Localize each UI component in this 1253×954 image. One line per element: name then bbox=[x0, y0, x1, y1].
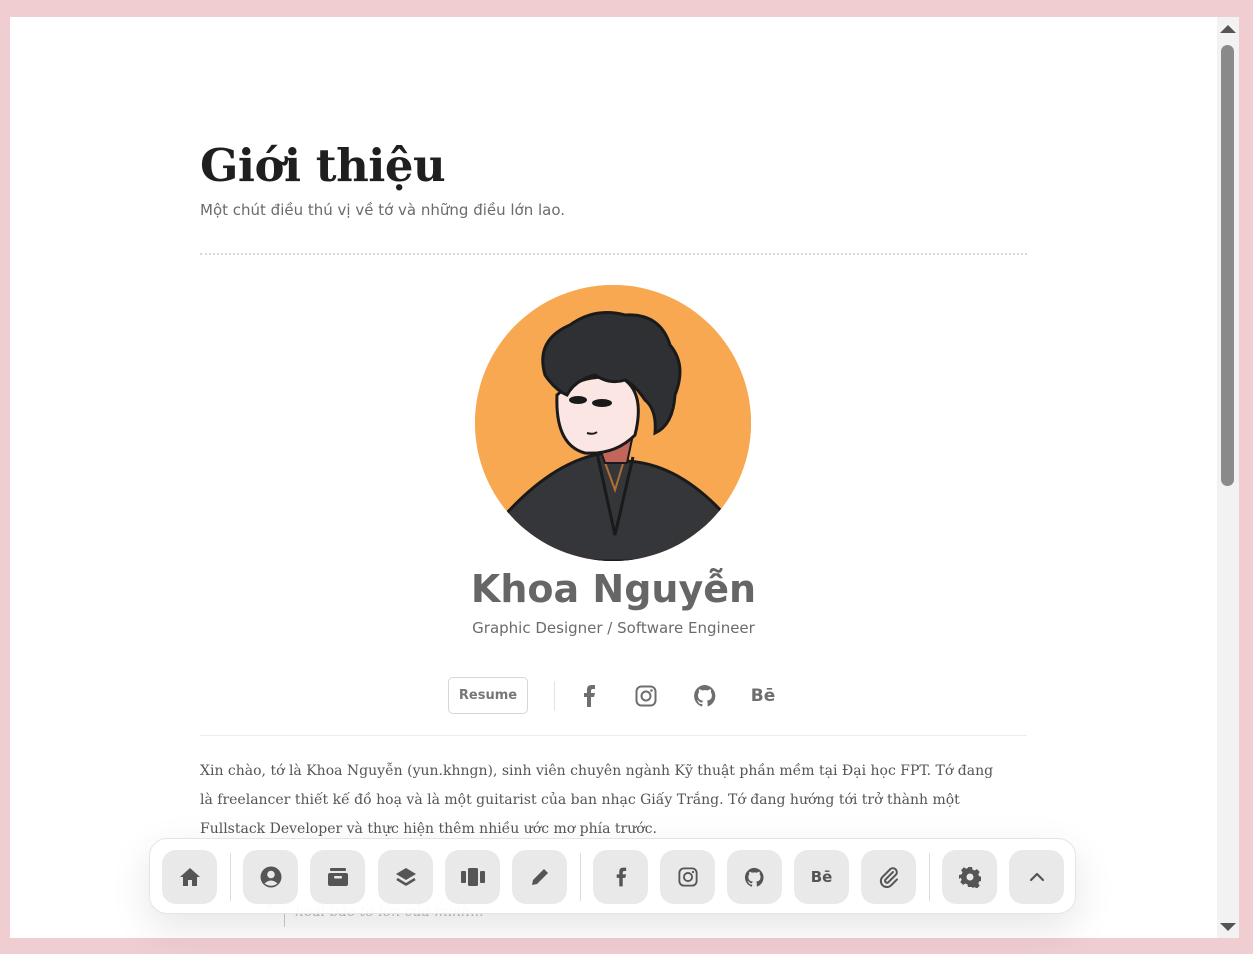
gear-icon[interactable] bbox=[942, 850, 997, 904]
github-icon[interactable] bbox=[692, 683, 718, 709]
scrollbar[interactable] bbox=[1217, 17, 1239, 938]
separator bbox=[929, 853, 930, 901]
page-title: Giới thiệu bbox=[200, 139, 446, 192]
bottom-dock: Bē bbox=[149, 838, 1076, 914]
profile-name: Khoa Nguyễn bbox=[470, 567, 757, 611]
pencil-icon[interactable] bbox=[512, 850, 567, 904]
columns-icon[interactable] bbox=[445, 850, 500, 904]
scroll-down-arrow[interactable] bbox=[1220, 923, 1236, 931]
profile-role: Graphic Designer / Software Engineer bbox=[472, 619, 755, 637]
divider bbox=[200, 253, 1027, 255]
intro-paragraph: Xin chào, tớ là Khoa Nguyễn (yun.khngn),… bbox=[200, 763, 994, 837]
social-links: Resume Bē bbox=[448, 677, 788, 717]
chevron-up-icon[interactable] bbox=[1009, 850, 1064, 904]
scroll-thumb[interactable] bbox=[1221, 45, 1234, 486]
scroll-up-arrow[interactable] bbox=[1220, 25, 1236, 33]
avatar bbox=[475, 285, 751, 561]
archive-icon[interactable] bbox=[310, 850, 365, 904]
instagram-icon[interactable] bbox=[660, 850, 715, 904]
facebook-icon[interactable] bbox=[576, 683, 602, 709]
avatar-illustration bbox=[475, 285, 751, 561]
separator bbox=[580, 853, 581, 901]
user-icon[interactable] bbox=[243, 850, 298, 904]
resume-button[interactable]: Resume bbox=[448, 677, 528, 714]
paperclip-icon[interactable] bbox=[861, 850, 916, 904]
divider bbox=[200, 735, 1027, 736]
page-subtitle: Một chút điều thú vị về tớ và những điều… bbox=[200, 201, 566, 219]
page-window: Giới thiệu Một chút điều thú vị về tớ và… bbox=[10, 17, 1239, 938]
layers-icon[interactable] bbox=[378, 850, 433, 904]
instagram-icon[interactable] bbox=[633, 683, 659, 709]
github-icon[interactable] bbox=[727, 850, 782, 904]
facebook-icon[interactable] bbox=[593, 850, 648, 904]
behance-icon[interactable]: Bē bbox=[750, 683, 776, 709]
separator bbox=[554, 681, 555, 711]
home-icon[interactable] bbox=[162, 850, 217, 904]
behance-icon[interactable]: Bē bbox=[794, 850, 849, 904]
separator bbox=[230, 853, 231, 901]
